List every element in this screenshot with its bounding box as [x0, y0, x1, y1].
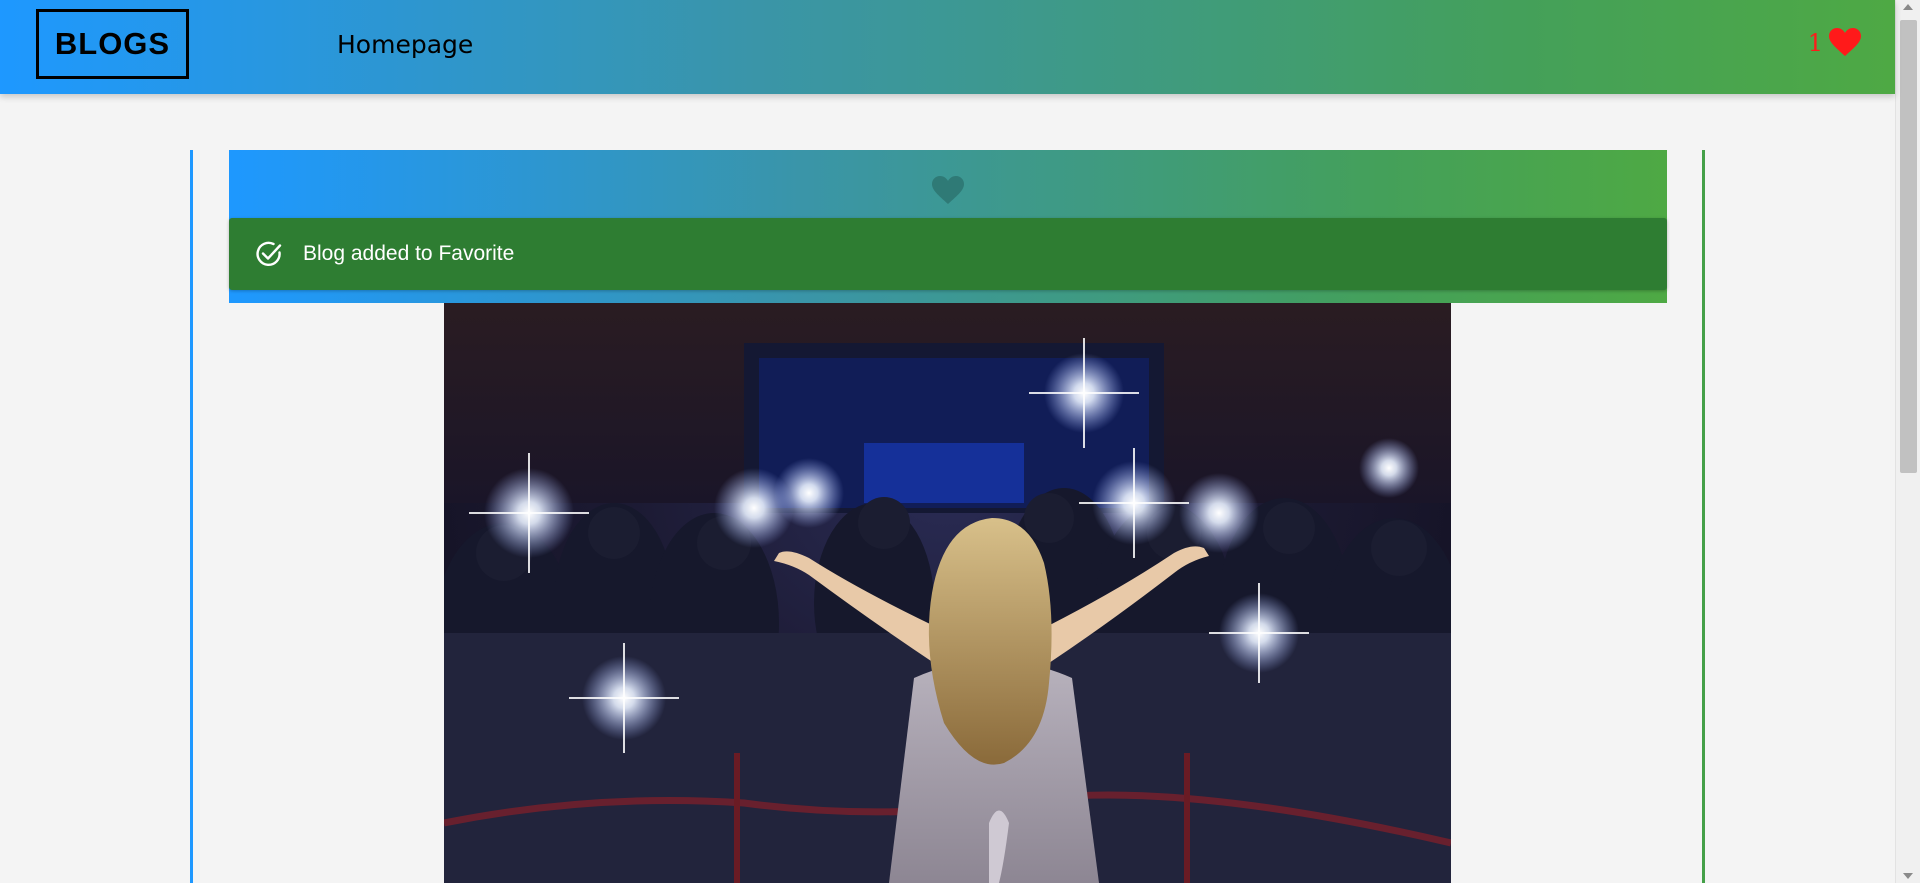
content-border-left	[190, 150, 193, 883]
scrollbar-thumb[interactable]	[1900, 20, 1917, 473]
heart-icon[interactable]	[1829, 28, 1861, 57]
site-logo[interactable]: BLOGS	[36, 9, 189, 79]
top-navbar: BLOGS Homepage 1	[0, 0, 1895, 94]
favorites-counter[interactable]: 1	[1808, 28, 1861, 57]
photo-illustration	[444, 303, 1451, 883]
blog-image	[444, 303, 1451, 883]
success-toast: Blog added to Favorite	[229, 218, 1667, 290]
content-border-right	[1702, 150, 1705, 883]
favorite-heart-icon[interactable]	[932, 176, 964, 210]
favorites-count: 1	[1807, 28, 1823, 57]
check-circle-icon	[256, 241, 282, 267]
scroll-up-arrow-icon[interactable]	[1903, 4, 1913, 10]
nav-link-homepage[interactable]: Homepage	[337, 30, 473, 59]
toast-message: Blog added to Favorite	[303, 242, 515, 265]
vertical-scrollbar[interactable]	[1895, 0, 1920, 883]
page: BLOGS Homepage 1 Blog added to Favorite	[0, 0, 1920, 883]
scroll-down-arrow-icon[interactable]	[1903, 873, 1913, 879]
